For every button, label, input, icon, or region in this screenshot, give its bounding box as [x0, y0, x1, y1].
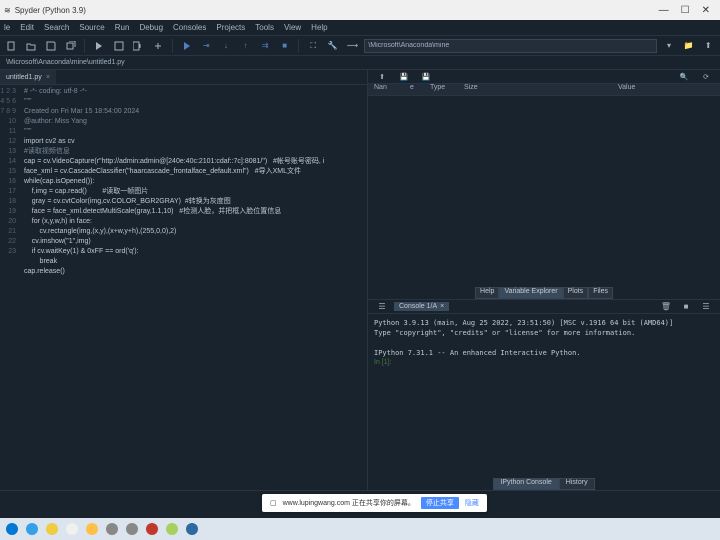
code-editor[interactable]: 1 2 3 4 5 6 7 8 9 10 11 12 13 14 15 16 1…: [0, 85, 367, 490]
taskbar-app-5[interactable]: [103, 520, 121, 538]
preferences-button[interactable]: 🔧: [325, 38, 341, 54]
menu-run[interactable]: Run: [115, 23, 130, 32]
editor-filepath: \Microsoft\Anaconda\mine\untitled1.py: [0, 56, 720, 70]
maximize-pane-button[interactable]: ⛶: [305, 38, 321, 54]
pane-tab-variable-explorer[interactable]: Variable Explorer: [499, 287, 562, 299]
taskbar-app-1[interactable]: [23, 520, 41, 538]
menu-projects[interactable]: Projects: [216, 23, 245, 32]
menu-search[interactable]: Search: [44, 23, 69, 32]
window-title: Spyder (Python 3.9): [15, 6, 86, 15]
ve-save-as-icon[interactable]: 💾: [418, 69, 434, 85]
windows-taskbar[interactable]: [0, 518, 720, 540]
save-all-button[interactable]: [63, 38, 79, 54]
taskbar-app-0[interactable]: [3, 520, 21, 538]
debug-into-button[interactable]: ↓: [218, 38, 234, 54]
console-tab[interactable]: Console 1/A ×: [394, 302, 449, 311]
ve-col-name: Nan: [374, 84, 400, 95]
ve-col-type: Type: [430, 84, 454, 95]
open-file-button[interactable]: [24, 38, 40, 54]
browse-dir-button[interactable]: 📁: [681, 38, 697, 54]
taskbar-app-7[interactable]: [143, 520, 161, 538]
menu-help[interactable]: Help: [311, 23, 327, 32]
run-cell-button[interactable]: [111, 38, 127, 54]
debug-out-button[interactable]: ↑: [238, 38, 254, 54]
menu-bar: le Edit Search Source Run Debug Consoles…: [0, 20, 720, 36]
working-dir-input[interactable]: [364, 39, 657, 53]
screen-share-notification: ▢ www.lupingwang.com 正在共享你的屏幕。 停止共享 隐藏: [262, 494, 487, 512]
ve-save-icon[interactable]: 💾: [396, 69, 412, 85]
run-cell-advance-button[interactable]: [131, 38, 147, 54]
hide-notification-button[interactable]: 隐藏: [465, 498, 479, 508]
taskbar-app-8[interactable]: [163, 520, 181, 538]
share-icon: ▢: [270, 499, 277, 507]
taskbar-app-6[interactable]: [123, 520, 141, 538]
ve-refresh-icon[interactable]: ⟳: [698, 69, 714, 85]
pane-tab-files[interactable]: Files: [588, 287, 613, 299]
console-tab-history[interactable]: History: [559, 478, 595, 490]
menu-edit[interactable]: Edit: [20, 23, 34, 32]
new-file-button[interactable]: [4, 38, 20, 54]
console-tab-close-icon[interactable]: ×: [440, 303, 444, 310]
console-options-icon[interactable]: ☰: [698, 298, 714, 314]
run-selection-button[interactable]: [150, 38, 166, 54]
editor-tab[interactable]: untitled1.py ×: [0, 70, 56, 84]
stop-sharing-button[interactable]: 停止共享: [421, 497, 459, 509]
spyder-icon: ≋: [4, 6, 11, 15]
parent-dir-button[interactable]: ⬆: [700, 38, 716, 54]
taskbar-app-4[interactable]: [83, 520, 101, 538]
menu-tools[interactable]: Tools: [255, 23, 274, 32]
run-file-button[interactable]: [91, 38, 107, 54]
ve-col-value: Value: [618, 84, 635, 95]
taskbar-app-3[interactable]: [63, 520, 81, 538]
dir-dropdown-button[interactable]: ▾: [661, 38, 677, 54]
ve-search-icon[interactable]: 🔍: [676, 69, 692, 85]
console-tab-ipython[interactable]: IPython Console: [493, 478, 558, 490]
variable-explorer-body[interactable]: [368, 96, 720, 287]
console-browse-icon[interactable]: ☰: [374, 298, 390, 314]
minimize-button[interactable]: —: [659, 5, 669, 16]
ve-import-icon[interactable]: ⬆: [374, 69, 390, 85]
ve-col-size: Size: [464, 84, 488, 95]
pane-tab-plots[interactable]: Plots: [563, 287, 589, 299]
taskbar-app-2[interactable]: [43, 520, 61, 538]
pane-tab-help[interactable]: Help: [475, 287, 499, 299]
console-output[interactable]: Python 3.9.13 (main, Aug 25 2022, 23:51:…: [368, 314, 720, 479]
debug-file-button[interactable]: [179, 38, 195, 54]
menu-source[interactable]: Source: [79, 23, 104, 32]
toolbar: ⇥ ↓ ↑ ⇉ ■ ⛶ 🔧 ⟿ ▾ 📁 ⬆: [0, 36, 720, 56]
console-interrupt-icon[interactable]: ■: [678, 298, 694, 314]
menu-debug[interactable]: Debug: [139, 23, 163, 32]
save-button[interactable]: [43, 38, 59, 54]
debug-stop-button[interactable]: ■: [277, 38, 293, 54]
menu-consoles[interactable]: Consoles: [173, 23, 206, 32]
maximize-button[interactable]: ☐: [681, 5, 690, 16]
menu-file[interactable]: le: [4, 23, 10, 32]
debug-step-button[interactable]: ⇥: [198, 38, 214, 54]
debug-continue-button[interactable]: ⇉: [257, 38, 273, 54]
menu-view[interactable]: View: [284, 23, 301, 32]
pythonpath-button[interactable]: ⟿: [345, 38, 361, 54]
console-remove-icon[interactable]: 🗑: [658, 298, 674, 314]
editor-tab-close-icon[interactable]: ×: [46, 74, 50, 81]
close-button[interactable]: ✕: [702, 5, 710, 16]
taskbar-app-9[interactable]: [183, 520, 201, 538]
